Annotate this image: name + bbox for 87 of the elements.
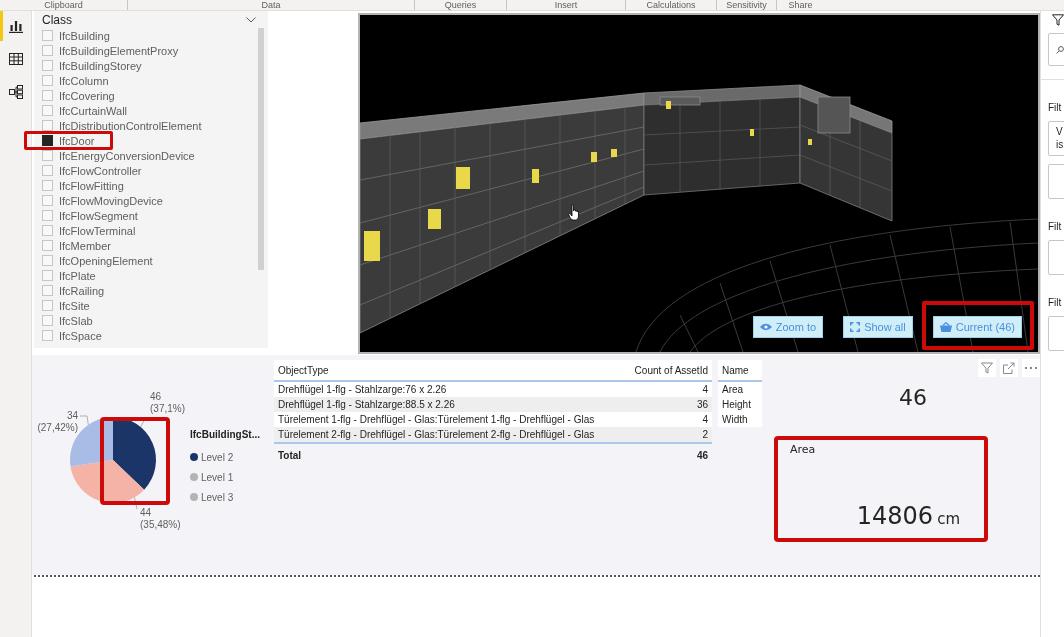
ribbon-group-label: Insert: [554, 0, 578, 10]
table-cell: 36: [624, 397, 712, 412]
slicer-item[interactable]: IfcColumn: [42, 74, 109, 87]
bar-chart-icon: [8, 19, 23, 33]
filter-card-text: V: [1056, 125, 1064, 138]
slicer-item[interactable]: IfcFlowController: [42, 164, 142, 177]
filter-card[interactable]: V is: [1048, 121, 1064, 156]
legend-dot-icon: [190, 453, 198, 461]
focus-mode-icon[interactable]: [1000, 359, 1018, 377]
basket-icon: [939, 322, 952, 332]
legend-label: Level 2: [201, 451, 234, 463]
slicer-item[interactable]: IfcRailing: [42, 284, 105, 297]
ribbon-group-label: Share: [788, 0, 813, 10]
eye-icon: [759, 323, 772, 331]
slicer-item[interactable]: IfcBuilding: [42, 29, 110, 42]
ribbon-group-label: Calculations: [646, 0, 696, 10]
slicer-item[interactable]: IfcDoor: [42, 134, 95, 147]
ribbon-group-label: Queries: [444, 0, 477, 10]
table-cell: Drehflügel 1-flg - Stahlzarge:88.5 x 2.26: [274, 397, 625, 412]
table-icon: [8, 53, 23, 65]
lit-window: [364, 231, 380, 261]
legend-dot-icon: [190, 493, 198, 501]
slicer-item[interactable]: IfcBuildingStorey: [42, 59, 142, 72]
legend-label: Level 3: [201, 491, 234, 503]
card-value: 14806: [856, 502, 934, 530]
legend-label: Level 1: [201, 471, 234, 483]
hand-cursor-icon: [568, 204, 580, 221]
total-cell: 46: [624, 443, 712, 464]
unit-label: cm: [937, 510, 960, 528]
filter-card-text: is: [1056, 138, 1064, 151]
slicer-item[interactable]: IfcSpace: [42, 329, 102, 342]
lit-window: [666, 101, 671, 109]
table-cell: 4: [624, 412, 712, 427]
filter-section-label: Filt: [1048, 297, 1063, 309]
column-header[interactable]: ObjectType: [274, 360, 625, 381]
search-icon: [1056, 45, 1064, 54]
more-options-icon[interactable]: [1022, 359, 1040, 377]
lit-window: [591, 152, 597, 162]
slicer-item[interactable]: IfcFlowTerminal: [42, 224, 136, 237]
ribbon-group-label: Data: [261, 0, 281, 10]
slicer-item[interactable]: IfcFlowFitting: [42, 179, 124, 192]
slicer-title: Class: [42, 13, 72, 27]
card-label: Area: [790, 443, 816, 456]
fullscreen-icon: [850, 322, 861, 332]
table-cell: Height: [718, 397, 762, 412]
slicer-item[interactable]: IfcCovering: [42, 89, 115, 102]
data-label: 44 (35,48%): [140, 507, 181, 530]
lit-window: [750, 129, 754, 136]
leader-line: [79, 415, 89, 426]
slicer-item[interactable]: IfcOpeningElement: [42, 254, 153, 267]
slicer-item[interactable]: IfcCurtainWall: [42, 104, 128, 117]
ribbon-group-label: Sensitivity: [726, 0, 767, 10]
filter-section-label: Filt: [1048, 221, 1063, 233]
slicer-item[interactable]: IfcEnergyConversionDevice: [42, 149, 195, 162]
data-label: 46 (37,1%): [150, 391, 185, 414]
lit-window: [428, 209, 441, 229]
legend-title: IfcBuildingSt...: [190, 429, 260, 440]
lit-window: [456, 167, 470, 189]
column-header[interactable]: Count of AssetId: [624, 360, 712, 381]
slicer-item[interactable]: IfcFlowSegment: [42, 209, 138, 222]
model-diagram-icon: [8, 85, 23, 99]
filter-icon[interactable]: [1052, 14, 1064, 26]
table-cell: Türelement 2-flg - Drehflügel - Glas:Türelement 2-flg - Drehflügel - Glas: [274, 427, 625, 443]
slicer-item[interactable]: IfcFlowMovingDevice: [42, 194, 163, 207]
slicer-item[interactable]: IfcPlate: [42, 269, 96, 282]
slicer-item[interactable]: IfcDistributionControlElement: [42, 119, 202, 132]
checkbox[interactable]: [42, 135, 53, 146]
chevron-down-icon[interactable]: [246, 17, 256, 23]
scrollbar-thumb[interactable]: [258, 28, 264, 270]
legend-dot-icon: [190, 473, 198, 481]
card-value: 46: [899, 385, 927, 410]
table-cell: 2: [624, 427, 712, 443]
lit-window: [532, 169, 539, 183]
data-label: 34 (27,42%): [38, 410, 78, 433]
filter-section-label: Filt: [1048, 102, 1063, 114]
lit-window: [808, 139, 812, 145]
ribbon-group-label: Clipboard: [44, 0, 83, 10]
column-header[interactable]: Name: [718, 360, 762, 381]
table-cell: Türelement 1-flg - Drehflügel - Glas:Türelement 1-flg - Drehflügel - Glas: [274, 412, 625, 427]
slicer-item[interactable]: IfcBuildingElementProxy: [42, 44, 179, 57]
lit-window: [611, 149, 617, 157]
leader-line: [134, 496, 138, 510]
slicer-item[interactable]: IfcSite: [42, 299, 90, 312]
table-cell: Width: [718, 412, 762, 427]
total-cell: Total: [274, 443, 625, 464]
slicer-item[interactable]: IfcMember: [42, 239, 111, 252]
slicer-item[interactable]: IfcSlab: [42, 314, 93, 327]
